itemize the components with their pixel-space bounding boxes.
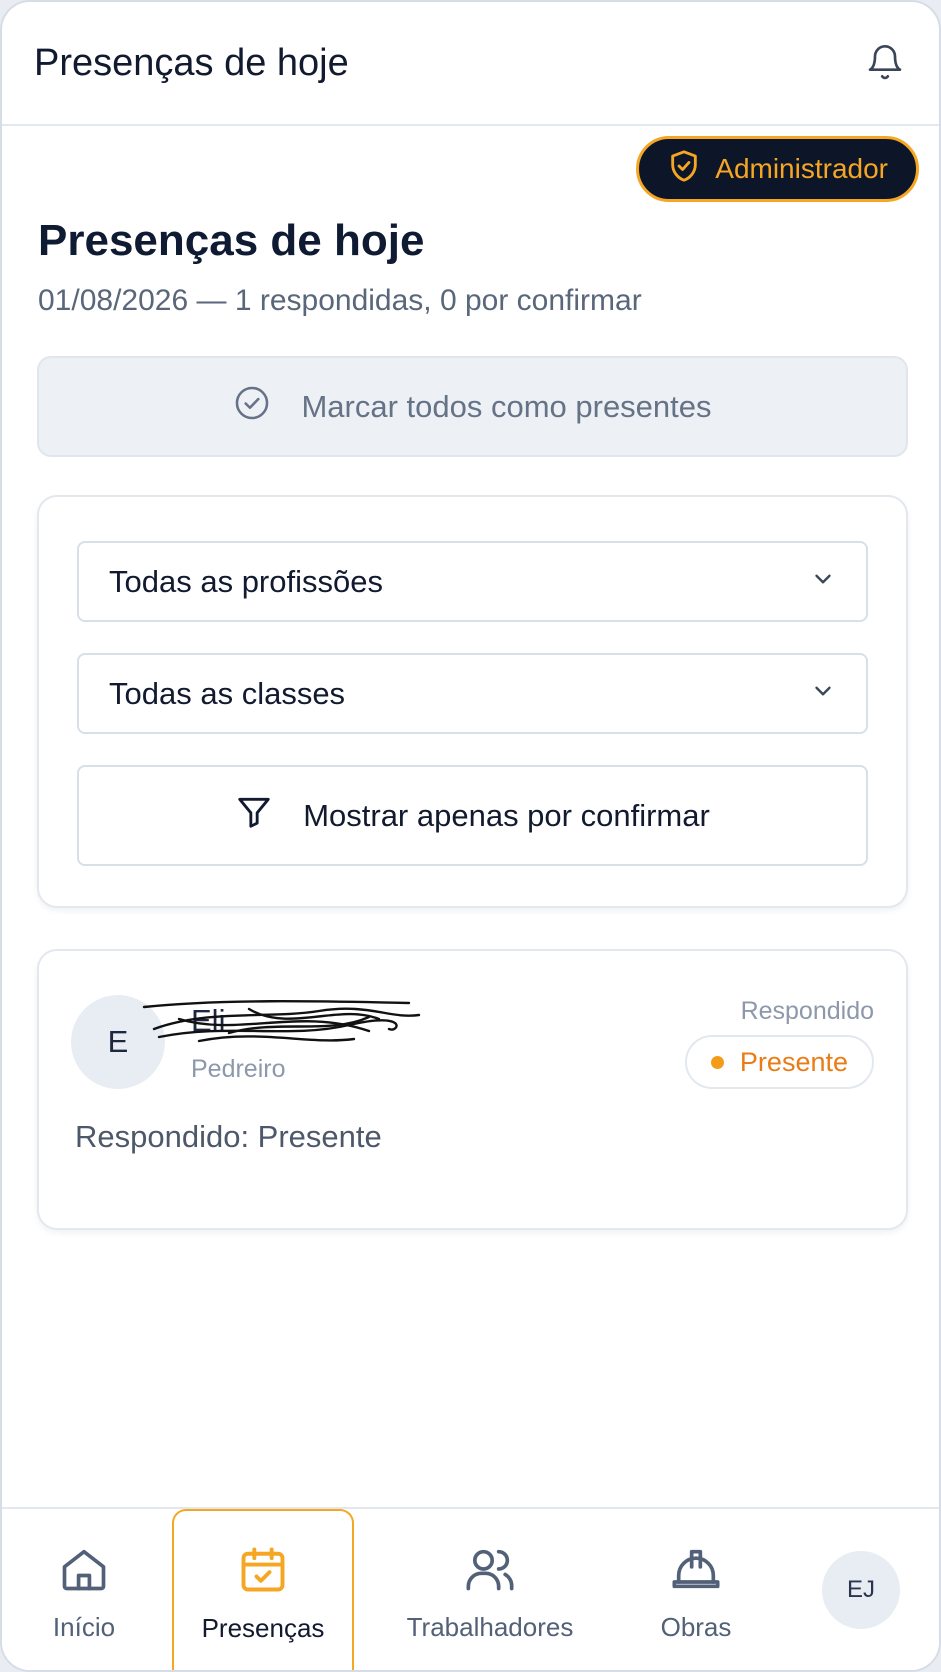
nav-item-trabalhadores[interactable]: Trabalhadores — [400, 1509, 580, 1670]
bottom-nav: Início Presenças Trabalhadores Obras EJ — [2, 1507, 939, 1670]
page-subtitle: 01/08/2026 — 1 respondidas, 0 por confir… — [38, 284, 642, 317]
users-icon — [464, 1543, 516, 1602]
status-badge: Presente — [684, 1035, 874, 1089]
response-state-label: Respondido — [740, 997, 874, 1025]
filter-icon — [235, 793, 273, 839]
nav-item-inicio[interactable]: Início — [24, 1509, 144, 1670]
page-title: Presenças de hoje — [38, 216, 425, 265]
top-bar-title: Presenças de hoje — [34, 41, 349, 84]
hard-hat-icon — [669, 1543, 723, 1602]
class-select[interactable]: Todas as classes — [77, 653, 868, 734]
role-badge: Administrador — [636, 136, 919, 202]
nav-item-label: Início — [52, 1611, 116, 1642]
mark-all-present-label: Marcar todos como presentes — [301, 388, 712, 424]
filters-card: Todas as profissões Todas as classes Mos… — [37, 495, 908, 908]
nav-item-presencas[interactable]: Presenças — [172, 1509, 354, 1670]
worker-response-note: Respondido: Presente — [75, 1119, 382, 1154]
nav-item-label: Obras — [660, 1611, 732, 1642]
top-bar: Presenças de hoje — [2, 2, 939, 126]
class-select-value: Todas as classes — [109, 675, 346, 711]
profession-select-value: Todas as profissões — [109, 563, 383, 599]
show-pending-only-label: Mostrar apenas por confirmar — [303, 797, 710, 833]
worker-card[interactable]: E Eli Pedreiro Respondido Presente Respo… — [37, 949, 908, 1230]
app-frame: Presenças de hoje Administrador Presença… — [0, 0, 941, 1672]
shield-check-icon — [667, 148, 701, 191]
status-badge-label: Presente — [739, 1046, 848, 1077]
calendar-check-icon — [237, 1544, 289, 1603]
worker-role: Pedreiro — [191, 1055, 286, 1083]
home-icon — [58, 1543, 110, 1602]
nav-item-label: Trabalhadores — [406, 1611, 574, 1642]
nav-item-label: Presenças — [201, 1612, 325, 1643]
chevron-down-icon — [810, 564, 836, 600]
nav-item-obras[interactable]: Obras — [636, 1509, 756, 1670]
show-pending-only-button[interactable]: Mostrar apenas por confirmar — [77, 765, 868, 866]
role-badge-label: Administrador — [715, 153, 888, 184]
chevron-down-icon — [810, 676, 836, 712]
profession-select[interactable]: Todas as profissões — [77, 541, 868, 622]
check-circle-icon — [233, 384, 271, 430]
bell-icon[interactable] — [863, 41, 907, 85]
mark-all-present-button[interactable]: Marcar todos como presentes — [37, 356, 908, 457]
status-dot — [710, 1055, 724, 1069]
user-avatar[interactable]: EJ — [822, 1551, 900, 1629]
redaction-scribble — [142, 1000, 421, 1043]
